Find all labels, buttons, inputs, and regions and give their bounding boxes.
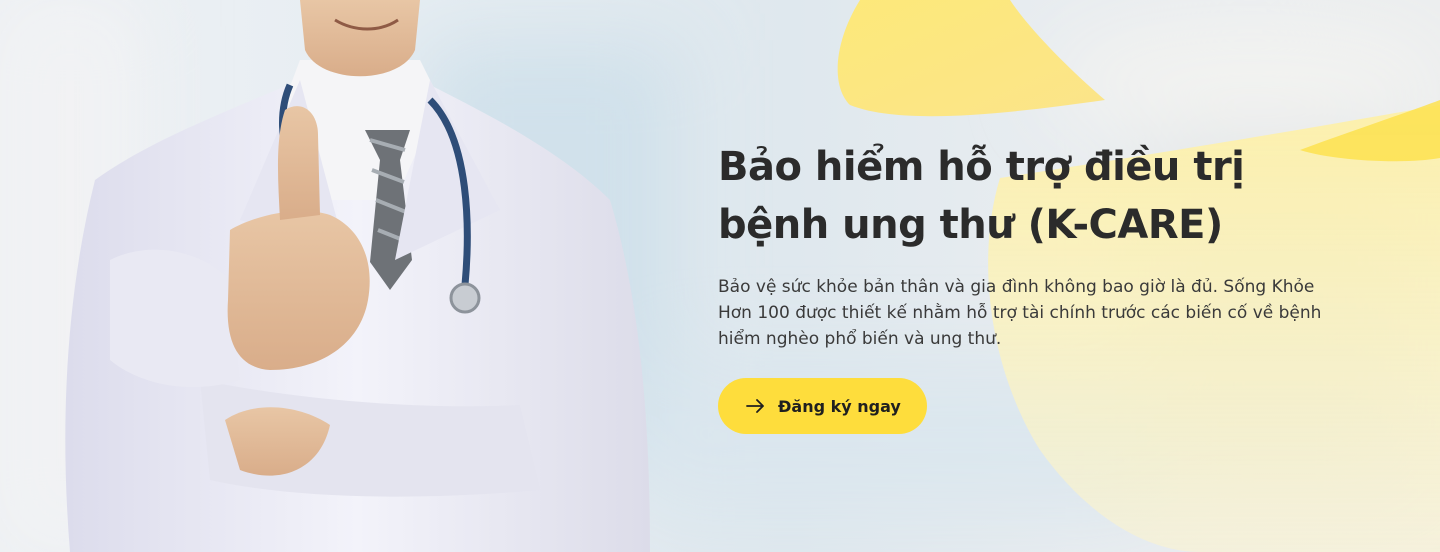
register-now-label: Đăng ký ngay (778, 396, 901, 416)
hero-banner: Bảo hiểm hỗ trợ điều trị bệnh ung thư (K… (0, 0, 1440, 552)
hero-description: Bảo vệ sức khỏe bản thân và gia đình khô… (718, 277, 1322, 349)
doctor-thumbs-up-photo (65, 0, 650, 552)
hero-title: Bảo hiểm hỗ trợ điều trị bệnh ung thư (K… (718, 138, 1358, 254)
hero-title-line-2: bệnh ung thư (K-CARE) (718, 202, 1223, 248)
arrow-right-icon (746, 399, 764, 413)
register-now-button[interactable]: Đăng ký ngay (718, 378, 927, 434)
hero-content: Bảo hiểm hỗ trợ điều trị bệnh ung thư (K… (718, 138, 1358, 434)
hero-title-line-1: Bảo hiểm hỗ trợ điều trị (718, 144, 1245, 190)
